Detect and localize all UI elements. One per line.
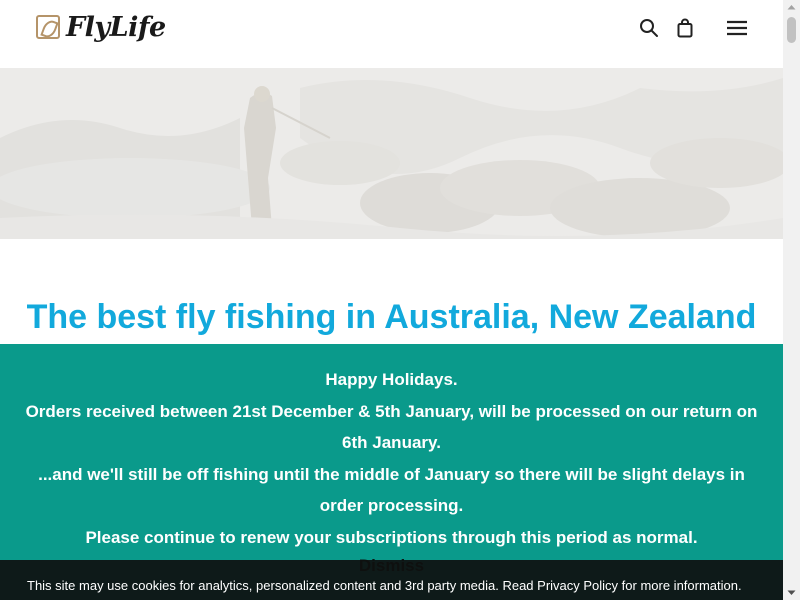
page-headline: The best fly fishing in Australia, New Z… [26,298,757,336]
fly-fisher-photo [0,68,783,239]
cookie-consent-bar: This site may use cookies for analytics,… [0,560,783,600]
hamburger-menu-icon [727,20,747,36]
leaf-logo-icon [36,15,60,39]
search-icon [640,19,658,37]
scrollbar-thumb[interactable] [787,17,796,43]
scroll-up-arrow-icon[interactable] [783,0,800,14]
site-logo[interactable]: FlyLife [36,10,166,44]
hero-image [0,68,783,239]
notice-line: Orders received between 21st December & … [25,401,758,453]
site-header: FlyLife [0,0,783,68]
notice-line: Please continue to renew your subscripti… [85,527,698,547]
page-viewport: FlyLife The best fly fishing in Australi… [0,0,783,600]
vertical-scrollbar[interactable] [783,0,800,600]
notice-line: ...and we'll still be off fishing until … [38,464,745,516]
shopping-bag-icon [677,18,693,38]
cookie-text: This site may use cookies for analytics,… [27,578,742,593]
notice-line: Happy Holidays. [325,370,458,389]
search-button[interactable] [635,14,663,42]
logo-text: FlyLife [66,11,166,43]
cart-button[interactable] [671,14,699,42]
scroll-down-arrow-icon[interactable] [783,586,800,600]
main-menu-button[interactable] [723,14,751,42]
